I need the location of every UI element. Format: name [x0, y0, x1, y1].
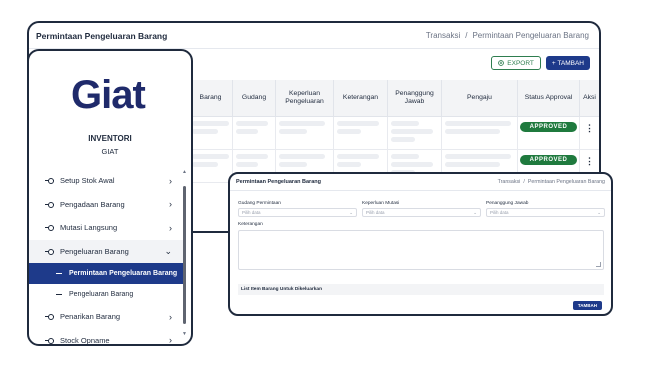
keterangan-label: Keterangan	[238, 222, 263, 227]
col-header-keperluan: Keperluan Pengeluaran	[276, 80, 334, 116]
sidebar-item-pengadaan-barang[interactable]: Pengadaan Barang ›	[29, 193, 184, 217]
cell-barang	[189, 117, 233, 149]
gudang-permintaan-select[interactable]: Pilih data ⌄	[238, 208, 357, 217]
keperluan-mutasi-select[interactable]: Pilih data ⌄	[362, 208, 481, 217]
scroll-up-icon[interactable]: ▲	[182, 169, 187, 175]
col-header-penanggung-jawab: Penanggung Jawab	[388, 80, 442, 116]
cell-status: APPROVED	[518, 117, 580, 149]
status-badge: APPROVED	[519, 122, 578, 132]
chevron-down-icon: ⌄	[164, 245, 172, 256]
sidebar-scrollbar[interactable]	[183, 186, 186, 324]
sidebar-subitem-permintaan-pengeluaran[interactable]: Permintaan Pengeluaran Barang	[29, 263, 186, 284]
sidebar-item-label: Pengadaan Barang	[60, 199, 125, 209]
col-header-barang: Barang	[189, 80, 233, 116]
sidebar-item-stock-opname[interactable]: Stock Opname ›	[29, 329, 184, 346]
cell-keterangan	[334, 117, 388, 149]
form-header: Permintaan Pengeluaran Barang Transaksi …	[230, 174, 611, 191]
kebab-menu-icon[interactable]: ⋮	[580, 117, 599, 149]
chevron-down-icon: ⌄	[473, 209, 477, 215]
select-placeholder: Pilih data	[366, 210, 385, 215]
breadcrumb: Transaksi / Permintaan Pengeluaran Baran…	[426, 31, 589, 40]
breadcrumb-item-transaksi[interactable]: Transaksi	[498, 179, 521, 185]
breadcrumb-separator: /	[523, 179, 525, 185]
chevron-right-icon: ›	[169, 199, 172, 210]
table-toolbar: EXPORT + TAMBAH	[491, 56, 590, 70]
chevron-right-icon: ›	[169, 222, 172, 233]
col-header-gudang: Gudang	[233, 80, 276, 116]
select-placeholder: Pilih data	[490, 210, 509, 215]
form-title: Permintaan Pengeluaran Barang	[236, 179, 321, 185]
add-label: + TAMBAH	[551, 59, 584, 67]
cell-keperluan	[276, 117, 334, 149]
node-icon	[45, 314, 54, 321]
col-header-pengaju: Pengaju	[442, 80, 518, 116]
table-row[interactable]: APPROVED ⋮	[189, 117, 599, 150]
sidebar: Giat INVENTORI GIAT Setup Stok Awal › Pe…	[27, 49, 193, 346]
node-icon	[45, 248, 54, 255]
sidebar-item-label: Pengeluaran Barang	[60, 246, 129, 256]
node-icon	[45, 178, 54, 185]
chevron-right-icon: ›	[169, 311, 172, 322]
sidebar-item-setup-stok-awal[interactable]: Setup Stok Awal ›	[29, 169, 184, 193]
cell-gudang	[233, 117, 276, 149]
chevron-right-icon: ›	[169, 175, 172, 186]
field-label: Keperluan Mutasi	[362, 201, 400, 206]
sidebar-subitem-label: Permintaan Pengeluaran Barang	[69, 270, 178, 277]
add-button[interactable]: + TAMBAH	[545, 56, 590, 70]
field-label: Penanggung Jawab	[486, 201, 529, 206]
sidebar-menu: Setup Stok Awal › Pengadaan Barang › Mut…	[29, 169, 186, 346]
select-placeholder: Pilih data	[242, 210, 261, 215]
chevron-down-icon: ⌄	[349, 209, 353, 215]
app-subtitle: GIAT	[101, 147, 119, 156]
table-header: Barang Gudang Keperluan Pengeluaran Kete…	[189, 80, 599, 117]
status-badge: APPROVED	[519, 155, 578, 165]
cell-barang	[189, 150, 233, 182]
chevron-down-icon: ⌄	[597, 209, 601, 215]
sidebar-subitem-label: Pengeluaran Barang	[69, 291, 134, 298]
col-header-aksi: Aksi	[583, 93, 596, 101]
breadcrumb-item-current: Permintaan Pengeluaran Barang	[472, 31, 589, 40]
cell-penanggung-jawab	[388, 117, 442, 149]
breadcrumb-item-current: Permintaan Pengeluaran Barang	[527, 179, 605, 185]
export-label: EXPORT	[507, 59, 534, 67]
penanggung-jawab-field: Penanggung Jawab Pilih data ⌄	[486, 201, 605, 217]
col-header-keterangan: Keterangan	[334, 80, 388, 116]
breadcrumb-item-transaksi[interactable]: Transaksi	[426, 31, 460, 40]
node-icon	[45, 225, 54, 232]
sidebar-item-mutasi-langsung[interactable]: Mutasi Langsung ›	[29, 216, 184, 240]
sidebar-item-label: Setup Stok Awal	[60, 176, 115, 186]
main-header: Permintaan Pengeluaran Barang Transaksi …	[29, 23, 599, 49]
sidebar-subitem-pengeluaran-barang[interactable]: Pengeluaran Barang	[29, 284, 184, 305]
sidebar-item-pengeluaran-barang[interactable]: Pengeluaran Barang ⌄	[29, 239, 184, 263]
giat-logo: Giat	[71, 73, 146, 117]
sidebar-item-label: Stock Opname	[60, 335, 110, 345]
page-title: Permintaan Pengeluaran Barang	[36, 30, 168, 41]
node-icon	[45, 337, 54, 344]
request-form-window: Permintaan Pengeluaran Barang Transaksi …	[228, 172, 613, 316]
col-header-status-approval: Status Approval	[518, 80, 580, 116]
breadcrumb-separator: /	[465, 31, 468, 40]
export-icon	[498, 60, 505, 66]
node-icon	[45, 201, 54, 208]
keterangan-textarea[interactable]	[238, 230, 604, 270]
export-button[interactable]: EXPORT	[491, 56, 541, 70]
item-list-header: List Item Barang Untuk Dikeluarkan	[238, 284, 604, 295]
form-fields: Gudang Permintaan Pilih data ⌄ Keperluan…	[238, 201, 605, 217]
dash-icon	[56, 273, 62, 274]
penanggung-jawab-select[interactable]: Pilih data ⌄	[486, 208, 605, 217]
form-breadcrumb: Transaksi / Permintaan Pengeluaran Baran…	[498, 179, 605, 185]
sidebar-item-label: Penarikan Barang	[60, 312, 121, 322]
dash-icon	[56, 294, 62, 295]
sidebar-item-label: Mutasi Langsung	[60, 223, 118, 233]
gudang-permintaan-field: Gudang Permintaan Pilih data ⌄	[238, 201, 357, 217]
cell-pengaju	[442, 117, 518, 149]
field-label: Gudang Permintaan	[238, 201, 281, 206]
app-name: INVENTORI	[88, 134, 132, 143]
add-item-button[interactable]: TAMBAH	[572, 301, 602, 310]
request-table: Barang Gudang Keperluan Pengeluaran Kete…	[189, 80, 599, 183]
keperluan-mutasi-field: Keperluan Mutasi Pilih data ⌄	[362, 201, 481, 217]
scroll-down-icon[interactable]: ▼	[182, 331, 187, 337]
chevron-right-icon: ›	[169, 335, 172, 346]
sidebar-item-penarikan-barang[interactable]: Penarikan Barang ›	[29, 305, 184, 329]
